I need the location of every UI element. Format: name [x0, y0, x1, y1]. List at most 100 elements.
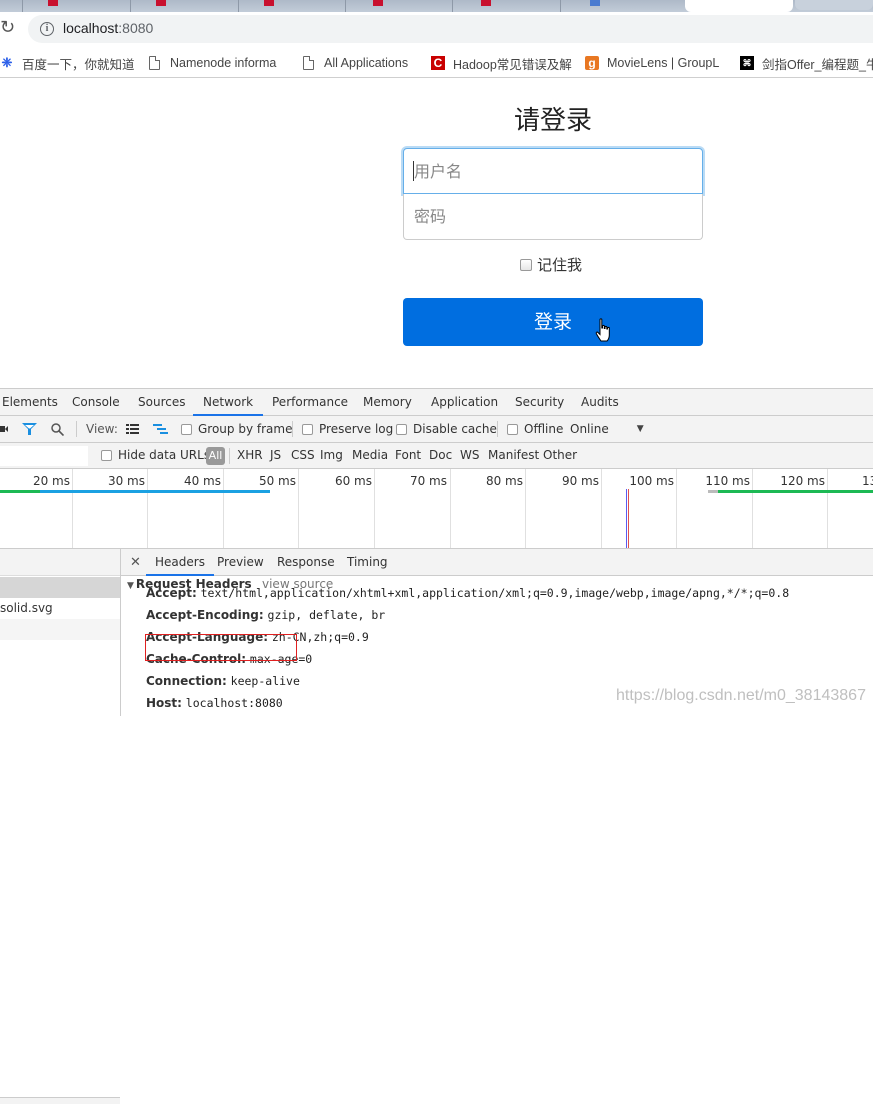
bookmark-baidu[interactable]: ❈ 百度一下，你就知道: [0, 54, 135, 72]
tab-preview[interactable]: Preview: [217, 549, 264, 576]
tab-performance[interactable]: Performance: [272, 389, 348, 416]
password-input[interactable]: [403, 194, 703, 240]
network-overview-timeline[interactable]: 20 ms 30 ms 40 ms 50 ms 60 ms 70 ms 80 m…: [0, 469, 873, 549]
request-row[interactable]: solid.svg: [0, 598, 120, 619]
tick-label: 90 ms: [561, 474, 599, 488]
devtools-tab-bar: Elements Console Sources Network Perform…: [0, 388, 873, 416]
bookmark-nowcoder[interactable]: ⌘ 剑指Offer_编程题_牛: [740, 54, 873, 72]
group-by-frame-checkbox[interactable]: Group by frame: [181, 416, 292, 442]
filter-type-js[interactable]: JS: [270, 443, 281, 468]
browser-tab[interactable]: [130, 0, 131, 12]
filter-type-doc[interactable]: Doc: [429, 443, 452, 468]
preserve-log-checkbox[interactable]: Preserve log: [302, 416, 393, 442]
view-label: View:: [86, 422, 118, 436]
filter-type-css[interactable]: CSS: [291, 443, 315, 468]
browser-tab[interactable]: [795, 0, 873, 10]
header-key: Accept-Encoding:: [146, 608, 264, 622]
waterfall-bar-download: [40, 490, 270, 493]
waterfall-overview-icon[interactable]: [153, 416, 168, 442]
browser-tab[interactable]: [452, 0, 453, 12]
annotation-highlight-box: [145, 634, 297, 661]
tab-audits[interactable]: Audits: [581, 389, 619, 416]
remember-me-checkbox[interactable]: 记住我: [520, 254, 582, 275]
reload-icon[interactable]: ↻: [0, 18, 16, 38]
header-row: Connection: keep-alive: [146, 674, 300, 688]
preserve-log-label: Preserve log: [319, 422, 394, 436]
filter-type-all[interactable]: All: [206, 447, 225, 465]
bookmark-namenode[interactable]: Namenode informa: [149, 54, 276, 72]
header-key: Accept:: [146, 586, 197, 600]
tab-application[interactable]: Application: [431, 389, 498, 416]
hide-data-urls-checkbox[interactable]: Hide data URLs: [101, 443, 210, 468]
tab-favicon: [156, 0, 166, 6]
checkbox[interactable]: [302, 423, 313, 435]
tab-favicon: [373, 0, 383, 6]
toolbar-divider: [497, 421, 498, 437]
tick-label: 20 ms: [32, 474, 70, 488]
browser-tab[interactable]: [238, 0, 239, 12]
address-bar[interactable]: i localhost:8080: [28, 15, 873, 43]
checkbox[interactable]: [181, 423, 192, 435]
bookmark-label: 百度一下，你就知道: [22, 57, 135, 72]
filter-type-other[interactable]: Other: [543, 443, 577, 468]
header-row: Accept: text/html,application/xhtml+xml,…: [146, 586, 789, 600]
disable-cache-checkbox[interactable]: Disable cache: [396, 416, 497, 442]
tab-elements[interactable]: Elements: [2, 389, 58, 416]
bookmark-label: MovieLens | GroupL: [607, 56, 720, 70]
bookmark-movielens[interactable]: g MovieLens | GroupL: [585, 54, 719, 72]
tab-response[interactable]: Response: [277, 549, 335, 576]
filter-input[interactable]: [0, 446, 88, 466]
filter-type-manifest[interactable]: Manifest: [488, 443, 539, 468]
group-by-frame-label: Group by frame: [198, 422, 293, 436]
tab-console[interactable]: Console: [72, 389, 120, 416]
filter-type-media[interactable]: Media: [352, 443, 388, 468]
browser-tab[interactable]: [560, 0, 561, 12]
request-row[interactable]: [0, 619, 120, 640]
tab-timing[interactable]: Timing: [347, 549, 388, 576]
baidu-paw-icon: ❈: [1, 55, 13, 70]
filter-type-img[interactable]: Img: [320, 443, 343, 468]
filter-icon[interactable]: [22, 416, 37, 442]
page-icon: [149, 56, 160, 70]
login-button[interactable]: 登录: [403, 298, 703, 346]
filter-type-ws[interactable]: WS: [460, 443, 479, 468]
checkbox[interactable]: [396, 423, 407, 435]
filter-type-font[interactable]: Font: [395, 443, 421, 468]
filter-type-xhr[interactable]: XHR: [237, 443, 263, 468]
tab-network[interactable]: Network: [193, 389, 264, 416]
info-icon[interactable]: i: [40, 22, 54, 36]
tab-favicon: [264, 0, 274, 6]
grid-line: [298, 469, 299, 548]
tab-memory[interactable]: Memory: [363, 389, 412, 416]
grid-line: [827, 469, 828, 548]
bookmark-all-applications[interactable]: All Applications: [303, 54, 408, 72]
toolbar-divider: [292, 421, 293, 437]
browser-tab[interactable]: [22, 0, 23, 12]
header-key: Connection:: [146, 674, 227, 688]
throttling-select[interactable]: Online ▼: [570, 416, 644, 442]
tab-favicon: [481, 0, 491, 6]
url-text[interactable]: localhost:8080: [63, 20, 153, 36]
large-rows-icon[interactable]: [126, 416, 139, 442]
checkbox[interactable]: [101, 450, 112, 461]
browser-tab[interactable]: [345, 0, 346, 12]
bookmark-hadoop[interactable]: C Hadoop常见错误及解: [431, 54, 572, 72]
checkbox[interactable]: [520, 258, 532, 271]
search-icon[interactable]: [51, 416, 64, 442]
tab-sources[interactable]: Sources: [138, 389, 185, 416]
offline-checkbox[interactable]: Offline: [507, 416, 563, 442]
header-value: keep-alive: [230, 674, 300, 688]
close-icon[interactable]: ✕: [130, 549, 141, 576]
tick-label: 40 ms: [183, 474, 221, 488]
tab-security[interactable]: Security: [515, 389, 564, 416]
checkbox[interactable]: [507, 423, 518, 435]
request-row-selected[interactable]: [0, 577, 120, 598]
url-port: :8080: [118, 20, 154, 36]
tab-headers[interactable]: Headers: [146, 549, 214, 576]
dropdown-arrow-icon: ▼: [636, 424, 644, 434]
tick-label: 60 ms: [334, 474, 372, 488]
username-input[interactable]: [403, 148, 703, 194]
video-camera-icon[interactable]: [0, 416, 8, 442]
browser-tab-active[interactable]: [685, 0, 793, 12]
header-key: Host:: [146, 696, 182, 710]
